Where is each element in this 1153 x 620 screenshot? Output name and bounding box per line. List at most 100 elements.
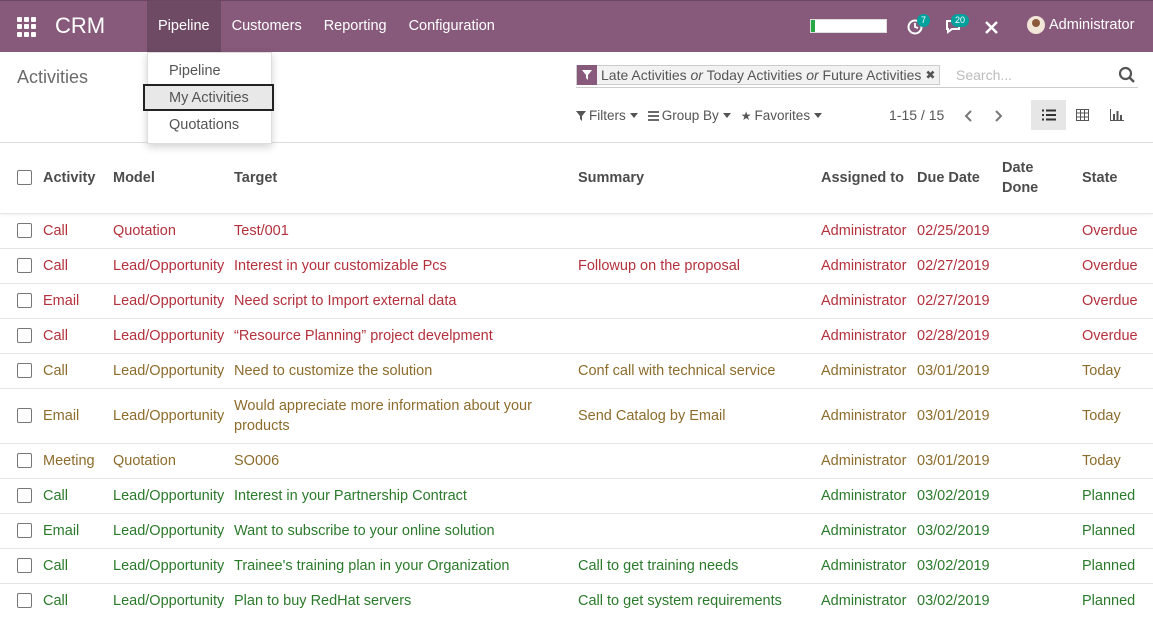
- facet-remove-icon[interactable]: ✖: [925, 68, 939, 82]
- date-done-cell: [1002, 443, 1082, 478]
- row-checkbox[interactable]: [17, 488, 32, 504]
- filter-facet-icon: [577, 65, 597, 85]
- row-checkbox[interactable]: [17, 293, 32, 309]
- column-header[interactable]: Assigned to: [821, 143, 917, 213]
- facet-value: Late Activities: [601, 67, 687, 83]
- row-select-cell: [0, 283, 43, 318]
- model-cell: Lead/Opportunity: [113, 292, 225, 309]
- row-select-cell: [0, 583, 43, 618]
- row-checkbox[interactable]: [17, 558, 32, 574]
- list-icon: [647, 110, 659, 121]
- table-row[interactable]: Call Lead/Opportunity Interest in your Par…: [0, 478, 1153, 513]
- activities-table: Activity Model Target Summary Assigned t…: [0, 143, 1153, 618]
- select-all-checkbox[interactable]: [17, 170, 32, 186]
- row-checkbox[interactable]: [17, 523, 32, 539]
- state-cell: Overdue: [1082, 327, 1138, 344]
- row-checkbox[interactable]: [17, 593, 32, 609]
- target-cell: Interest in your customizable Pcs: [234, 257, 447, 274]
- app-brand[interactable]: CRM: [55, 13, 105, 39]
- table-row[interactable]: Meeting Quotation SO006 Administrator 03/01/…: [0, 443, 1153, 478]
- summary-cell: [578, 513, 821, 548]
- table-row[interactable]: Call Lead/Opportunity Interest in your cus…: [0, 248, 1153, 283]
- filters-button[interactable]: Filters: [576, 108, 638, 123]
- target-cell: Plan to buy RedHat servers: [234, 592, 412, 609]
- onboarding-progress-bar[interactable]: [810, 19, 887, 33]
- row-checkbox[interactable]: [17, 258, 32, 274]
- graph-view-button[interactable]: [1099, 100, 1134, 130]
- state-cell: Planned: [1082, 557, 1136, 574]
- user-menu[interactable]: Administrator: [1027, 16, 1134, 34]
- pivot-view-button[interactable]: [1065, 100, 1100, 130]
- column-header[interactable]: Date Done: [1002, 143, 1082, 213]
- model-cell: Quotation: [113, 452, 176, 469]
- table-row[interactable]: Call Lead/Opportunity Plan to buy RedHat s…: [0, 583, 1153, 618]
- dropdown-item-quotations[interactable]: Quotations: [148, 112, 273, 139]
- summary-cell: Followup on the proposal: [578, 257, 741, 274]
- activity-cell: Call: [43, 557, 68, 574]
- due-date-cell: 03/01/2019: [917, 407, 990, 424]
- pager-previous-icon[interactable]: [961, 107, 977, 125]
- funnel-icon: [576, 110, 586, 121]
- dropdown-item-pipeline[interactable]: Pipeline: [148, 58, 273, 85]
- facet-separator: or: [690, 67, 703, 83]
- model-cell: Quotation: [113, 222, 176, 239]
- row-checkbox[interactable]: [17, 328, 32, 344]
- due-date-cell: 03/02/2019: [917, 557, 990, 574]
- table-row[interactable]: Call Lead/Opportunity Trainee's training p…: [0, 548, 1153, 583]
- pager-next-icon[interactable]: [990, 107, 1006, 125]
- apps-menu-icon[interactable]: [17, 17, 37, 37]
- row-checkbox[interactable]: [17, 408, 32, 424]
- table-row[interactable]: Email Lead/Opportunity Want to subscribe t…: [0, 513, 1153, 548]
- assigned-cell: Administrator: [821, 257, 907, 274]
- column-header[interactable]: Target: [234, 143, 578, 213]
- search-icon[interactable]: [1118, 66, 1136, 84]
- model-cell: Lead/Opportunity: [113, 257, 225, 274]
- menu-customers[interactable]: Customers: [221, 1, 313, 52]
- menu-pipeline[interactable]: Pipeline: [147, 1, 221, 52]
- model-cell: Lead/Opportunity: [113, 557, 225, 574]
- table-row[interactable]: Call Quotation Test/001 Administrator 02/25/…: [0, 213, 1153, 248]
- table-row[interactable]: Call Lead/Opportunity “Resource Planning” …: [0, 318, 1153, 353]
- list-view-button[interactable]: [1031, 100, 1066, 130]
- column-header[interactable]: Model: [113, 143, 234, 213]
- summary-cell: [578, 318, 821, 353]
- date-done-cell: [1002, 513, 1082, 548]
- caret-down-icon: [814, 113, 823, 118]
- due-date-cell: 02/25/2019: [917, 222, 990, 239]
- column-header[interactable]: Activity: [43, 143, 113, 213]
- dropdown-item-my-activities[interactable]: My Activities: [143, 84, 274, 111]
- menu-reporting[interactable]: Reporting: [313, 1, 398, 52]
- row-checkbox[interactable]: [17, 453, 32, 469]
- favorites-button[interactable]: ★ Favorites: [741, 108, 823, 123]
- search-facet[interactable]: Late Activities or Today Activities or F…: [576, 65, 941, 85]
- group-by-button[interactable]: Group By: [647, 108, 731, 123]
- menu-configuration[interactable]: Configuration: [398, 1, 506, 52]
- column-header[interactable]: Summary: [578, 143, 821, 213]
- date-done-cell: [1002, 583, 1082, 618]
- target-cell: Need to customize the solution: [234, 362, 433, 379]
- column-header[interactable]: Due Date: [917, 143, 1002, 213]
- table-row[interactable]: Email Lead/Opportunity Need script to Impo…: [0, 283, 1153, 318]
- table-header: Activity Model Target Summary Assigned t…: [0, 143, 1153, 213]
- search-input[interactable]: [956, 65, 1106, 85]
- table-row[interactable]: Call Lead/Opportunity Need to customize th…: [0, 353, 1153, 388]
- table-row[interactable]: Email Lead/Opportunity Would appreciate mo…: [0, 388, 1153, 443]
- state-cell: Today: [1082, 362, 1121, 379]
- pager-value[interactable]: 1-15 / 15: [889, 107, 944, 123]
- table-body: Call Quotation Test/001 Administrator 02/25/…: [0, 213, 1153, 618]
- column-header[interactable]: State: [1082, 143, 1153, 213]
- assigned-cell: Administrator: [821, 362, 907, 379]
- activity-cell: Call: [43, 257, 68, 274]
- row-checkbox[interactable]: [17, 223, 32, 239]
- due-date-cell: 03/02/2019: [917, 592, 990, 609]
- state-cell: Planned: [1082, 592, 1136, 609]
- row-checkbox[interactable]: [17, 363, 32, 379]
- avatar: [1027, 16, 1045, 34]
- caret-down-icon: [722, 113, 731, 118]
- state-cell: Today: [1082, 452, 1121, 469]
- debug-tools-icon[interactable]: [983, 19, 1000, 36]
- state-cell: Overdue: [1082, 222, 1138, 239]
- date-done-cell: [1002, 213, 1082, 248]
- due-date-cell: 03/02/2019: [917, 522, 990, 539]
- target-cell: SO006: [234, 452, 280, 469]
